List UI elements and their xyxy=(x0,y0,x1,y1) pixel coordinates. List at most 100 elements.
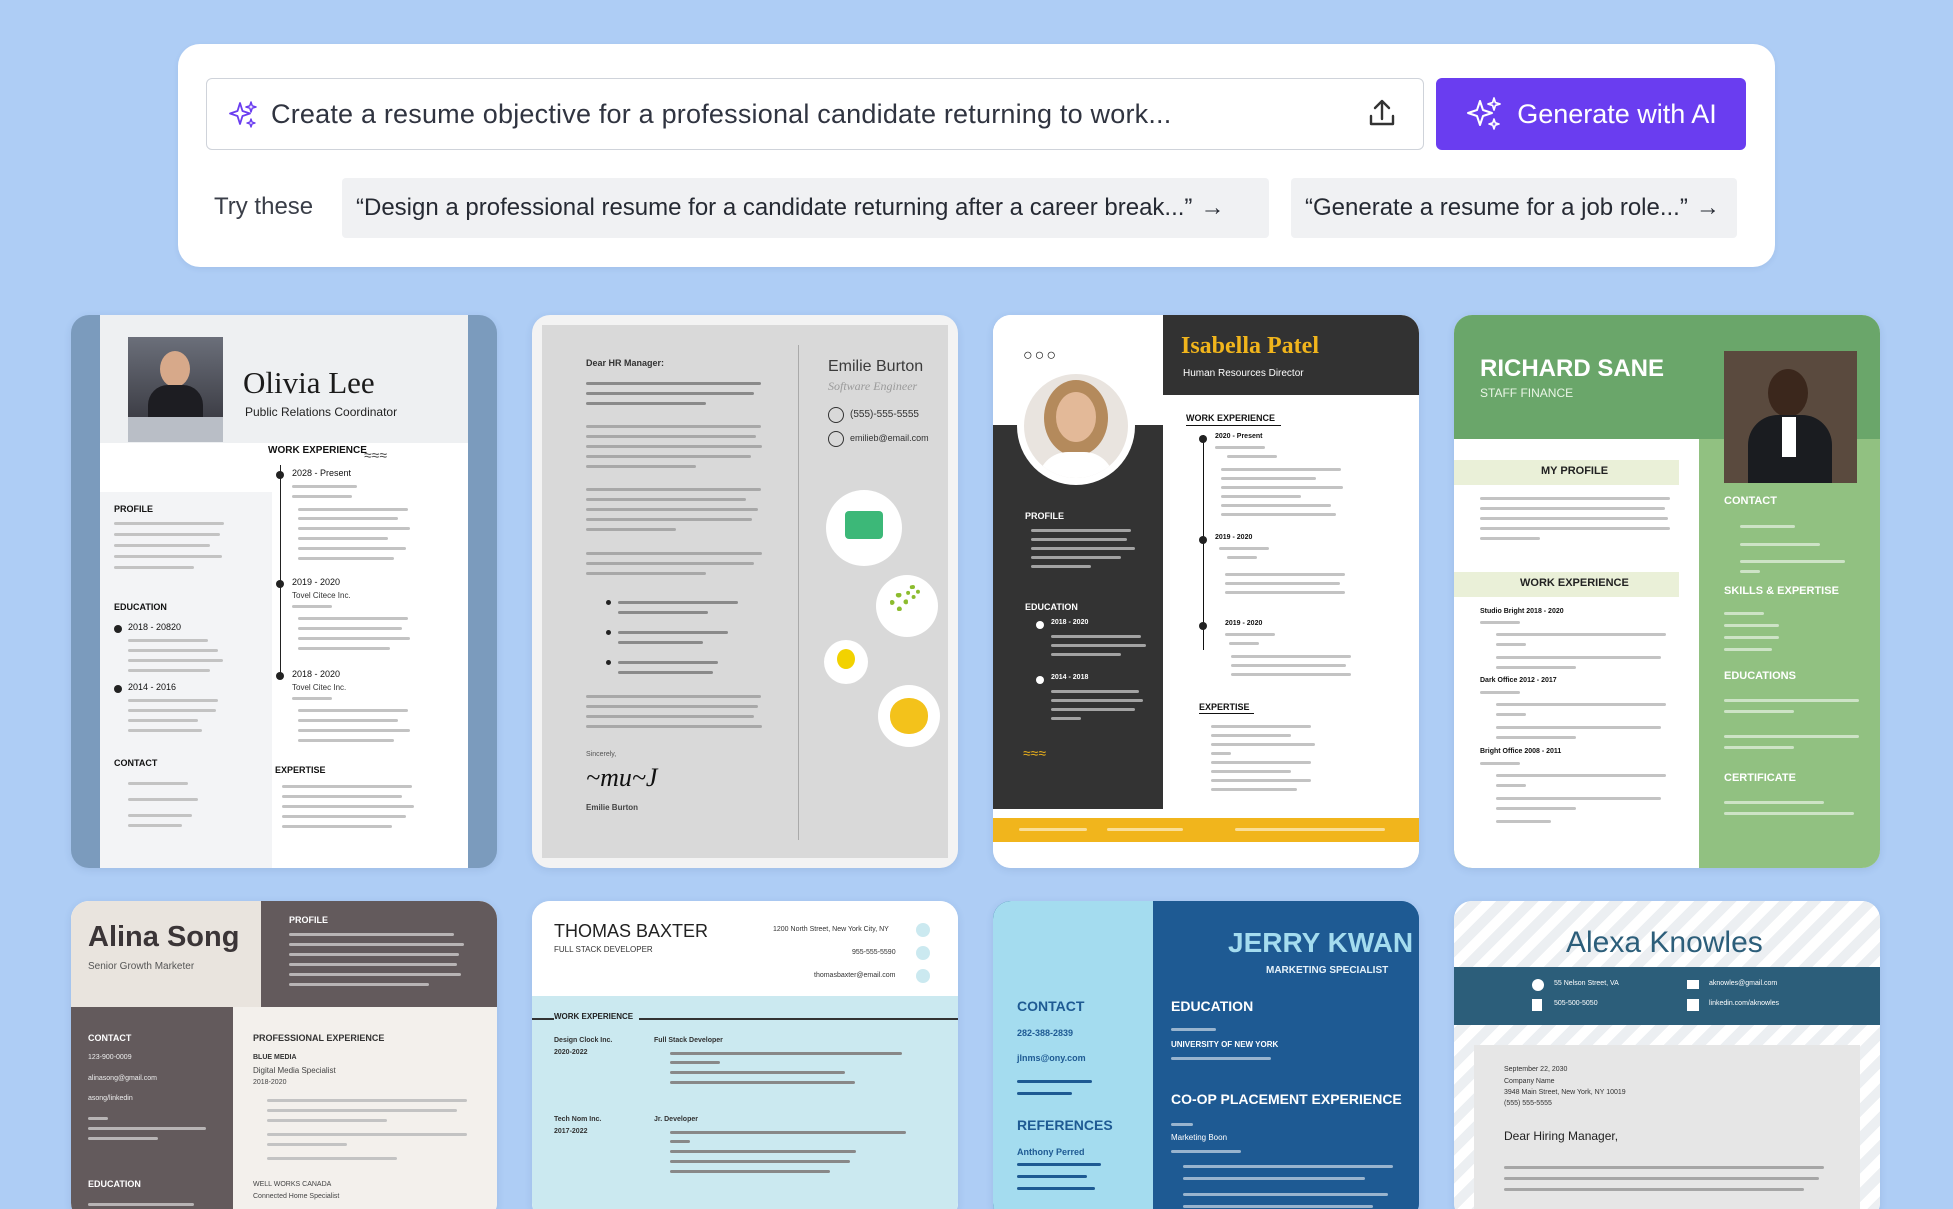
profile-photo xyxy=(128,337,223,442)
letter-date: September 22, 2030 xyxy=(1504,1066,1568,1073)
section-heading: EDUCATION xyxy=(1171,998,1254,1014)
section-heading: CONTACT xyxy=(1724,495,1777,507)
phone: 505-500-5050 xyxy=(1554,1000,1598,1007)
date: 2019 - 2020 xyxy=(1215,534,1253,541)
resume-name: Alina Song xyxy=(88,921,240,953)
window-dots-icon: ○○○ xyxy=(1023,347,1058,364)
ai-prompt-panel: Generate with AI Try these “Design a pro… xyxy=(178,44,1775,267)
job-entry: Bright Office 2008 - 2011 xyxy=(1480,748,1562,755)
linkedin-icon xyxy=(1687,999,1699,1011)
suggestion-chip-1[interactable]: “Design a professional resume for a cand… xyxy=(342,178,1269,238)
chat-icon xyxy=(826,490,902,566)
address: 3948 Main Street, New York, NY 10019 xyxy=(1504,1089,1626,1096)
date: 2018 - 20820 xyxy=(128,622,182,632)
prompt-input[interactable] xyxy=(271,79,1321,149)
section-heading: EXPERTISE xyxy=(1199,702,1250,712)
section-heading: WORK EXPERIENCE xyxy=(554,1012,640,1021)
date: 2019 - 2020 xyxy=(292,577,341,587)
section-heading: REFERENCES xyxy=(1017,1117,1113,1133)
resume-name: Alexa Knowles xyxy=(1566,926,1763,959)
company: Tech Nom Inc. xyxy=(554,1116,602,1123)
template-card-emilie-burton[interactable]: Dear HR Manager: Sincerely, ~mu~J Emilie… xyxy=(532,315,958,868)
greeting: Dear Hiring Manager, xyxy=(1504,1129,1619,1143)
section-heading: CERTIFICATE xyxy=(1724,772,1796,784)
profile-photo xyxy=(1017,367,1135,485)
dates: 2020-2022 xyxy=(554,1049,588,1056)
phone: 955-555-5590 xyxy=(852,949,896,956)
signature-image: ~mu~J xyxy=(586,763,658,792)
upload-icon[interactable] xyxy=(1365,97,1399,131)
brain-icon xyxy=(878,685,940,747)
company: Company Name xyxy=(1504,1078,1555,1085)
resume-preview: ○○○ Isabella Patel Human Resources Direc… xyxy=(993,315,1419,868)
resume-preview: RICHARD SANE STAFF FINANCE MY PROFILE WO… xyxy=(1454,315,1880,868)
resume-title: Public Relations Coordinator xyxy=(245,405,398,419)
section-heading: CO-OP PLACEMENT EXPERIENCE xyxy=(1171,1091,1402,1107)
suggestion-text: “Generate a resume for a job role...” xyxy=(1305,194,1688,221)
location-icon xyxy=(916,923,930,937)
contact-bar xyxy=(993,818,1419,842)
arrow-right-icon: → xyxy=(1695,194,1720,221)
job-entry: Dark Office 2012 - 2017 xyxy=(1480,677,1557,684)
section-heading: PROFILE xyxy=(289,915,329,925)
section-heading: SKILLS & EXPERTISE xyxy=(1724,585,1839,597)
section-heading: PROFILE xyxy=(1025,511,1065,521)
generate-with-ai-button[interactable]: Generate with AI xyxy=(1436,78,1746,150)
section-heading: CONTACT xyxy=(88,1033,132,1043)
template-card-alexa-knowles[interactable]: Alexa Knowles 55 Nelson Street, VA 505-5… xyxy=(1454,901,1880,1209)
generate-label: Generate with AI xyxy=(1517,98,1717,129)
template-card-olivia-lee[interactable]: Olivia Lee Public Relations Coordinator … xyxy=(71,315,497,868)
arrow-right-icon: → xyxy=(1200,194,1225,221)
email: thomasbaxter@email.com xyxy=(814,972,896,979)
suggestion-chip-2[interactable]: “Generate a resume for a job role...” → xyxy=(1291,178,1737,238)
resume-title: MARKETING SPECIALIST xyxy=(1266,965,1389,976)
closing: Sincerely, xyxy=(586,751,617,758)
email: jlnms@ony.com xyxy=(1017,1053,1086,1063)
phone: (555) 555-5555 xyxy=(1504,1100,1552,1107)
phone-icon xyxy=(916,946,930,960)
dates: 2017-2022 xyxy=(554,1128,588,1135)
gears-icon xyxy=(876,575,938,637)
template-card-richard-sane[interactable]: RICHARD SANE STAFF FINANCE MY PROFILE WO… xyxy=(1454,315,1880,868)
company: BLUE MEDIA xyxy=(253,1054,297,1061)
phone: 282-388-2839 xyxy=(1017,1028,1074,1038)
address: 1200 North Street, New York City, NY xyxy=(773,926,889,933)
job-entry: Studio Bright 2018 - 2020 xyxy=(1480,608,1564,615)
email-icon xyxy=(828,431,844,447)
job: Marketing Boon xyxy=(1171,1133,1228,1142)
date: 2014 - 2018 xyxy=(1051,674,1089,681)
template-card-jerry-kwan[interactable]: JERRY KWAN MARKETING SPECIALIST CONTACT … xyxy=(993,901,1419,1209)
resume-title: Senior Growth Marketer xyxy=(88,961,195,972)
date: 2019 - 2020 xyxy=(1225,620,1263,627)
company: Design Clock Inc. xyxy=(554,1037,613,1044)
signature-name: Emilie Burton xyxy=(586,803,639,812)
sparkle-icon xyxy=(1467,97,1502,130)
template-card-isabella-patel[interactable]: ○○○ Isabella Patel Human Resources Direc… xyxy=(993,315,1419,868)
dates: 2018-2020 xyxy=(253,1079,287,1086)
location-icon xyxy=(1532,979,1544,991)
section-heading: EDUCATION xyxy=(114,602,167,612)
linkedin: asong/linkedin xyxy=(88,1095,133,1102)
resume-title: FULL STACK DEVELOPER xyxy=(554,945,653,954)
suggestion-text: “Design a professional resume for a cand… xyxy=(356,194,1193,221)
resume-title: Software Engineer xyxy=(828,379,918,393)
reference: Anthony Perred xyxy=(1017,1147,1085,1157)
section-heading: MY PROFILE xyxy=(1541,465,1609,477)
resume-title: Human Resources Director xyxy=(1183,368,1304,379)
address: 55 Nelson Street, VA xyxy=(1554,980,1619,987)
greeting: Dear HR Manager: xyxy=(586,358,665,368)
resume-name: Emilie Burton xyxy=(828,358,924,375)
email: emilieb@email.com xyxy=(850,433,929,443)
wave-decoration: ≈≈≈ xyxy=(1023,745,1047,761)
sparkle-icon xyxy=(229,101,257,128)
email-icon xyxy=(1687,980,1699,989)
section-heading: EDUCATION xyxy=(1025,602,1078,612)
company: Tovel Citec Inc. xyxy=(292,683,347,692)
section-heading: EDUCATIONS xyxy=(1724,670,1796,682)
section-heading: WORK EXPERIENCE xyxy=(1186,413,1276,423)
section-heading: CONTACT xyxy=(114,758,158,768)
resume-preview: Alexa Knowles 55 Nelson Street, VA 505-5… xyxy=(1454,901,1880,1209)
template-card-thomas-baxter[interactable]: THOMAS BAXTER FULL STACK DEVELOPER 1200 … xyxy=(532,901,958,1209)
template-card-alina-song[interactable]: Alina Song Senior Growth Marketer PROFIL… xyxy=(71,901,497,1209)
profile-photo xyxy=(1724,351,1857,483)
